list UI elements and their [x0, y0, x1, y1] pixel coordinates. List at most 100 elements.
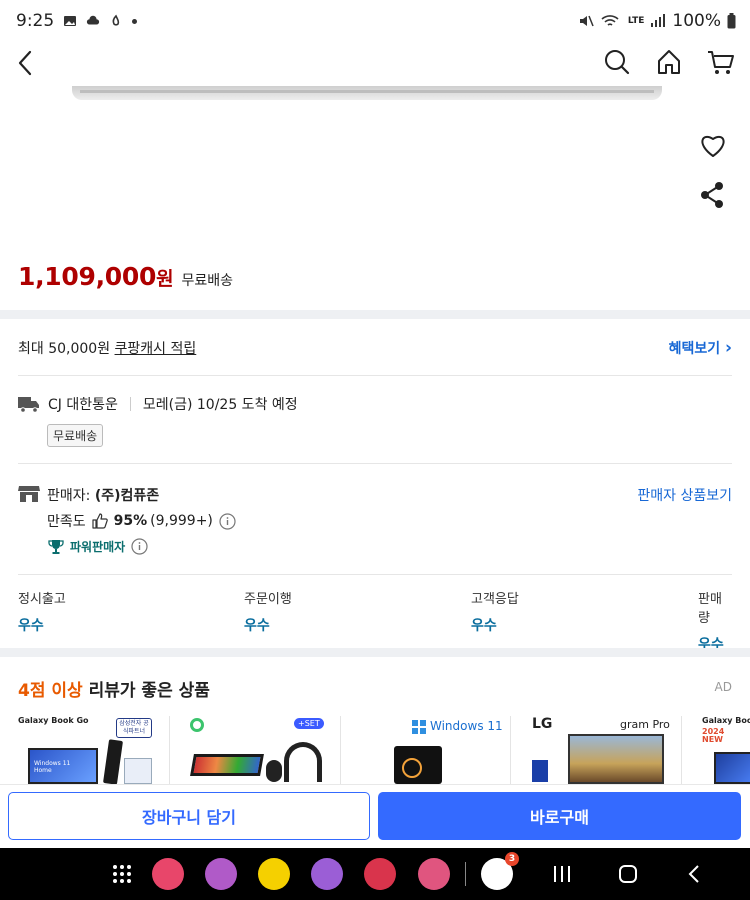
product-card[interactable]: Galaxy Book4 2024 NEW [700, 712, 750, 784]
samsung-notes-app-icon[interactable] [364, 858, 396, 890]
battery-percent: 100% [672, 11, 721, 31]
card-divider [340, 716, 341, 784]
free-shipping-label: 무료배송 [181, 273, 234, 289]
top-navigation [0, 42, 750, 86]
seller-label: 판매자: [47, 488, 91, 504]
price-value: 1,109,000 [18, 262, 157, 291]
purchase-action-bar: 장바구니 담기 바로구매 [0, 784, 750, 848]
product-card[interactable]: P +SET [188, 712, 338, 784]
product-carousel: Galaxy Book Go 삼성전자 공식파트너 Windows 11 Hom… [0, 712, 750, 784]
stat-label: 정시출고 [18, 592, 66, 607]
buy-now-button[interactable]: 바로구매 [378, 792, 741, 840]
notification-icon [112, 14, 120, 26]
stat-item: 정시출고 우수 [18, 588, 66, 635]
search-icon[interactable] [602, 45, 632, 79]
intel-badge [532, 760, 548, 782]
cloud-icon [87, 15, 100, 25]
product-image[interactable] [0, 86, 750, 246]
internet-app-icon[interactable] [311, 858, 343, 890]
reviews-title-text: 리뷰가 좋은 상품 [88, 681, 210, 701]
stat-label: 주문이행 [244, 592, 292, 607]
laptop-image-edge [72, 86, 662, 100]
power-seller-label: 파워판매자 [70, 540, 126, 554]
notification-badge: 3 [505, 852, 519, 866]
back-button-icon[interactable] [682, 862, 708, 886]
laptop-image [568, 734, 664, 784]
product-subtitle: Windows 11 Home [34, 760, 71, 774]
free-shipping-badge: 무료배송 [47, 424, 104, 447]
card-divider [169, 716, 170, 784]
delivery-carrier: CJ 대한통운 [48, 397, 118, 413]
product-tag: 2024 NEW [702, 727, 725, 744]
product-card[interactable]: Windows 11 [358, 712, 508, 784]
app-grid-icon[interactable] [112, 864, 132, 884]
price-currency: 원 [156, 268, 174, 290]
reviews-title-accent: 4점 이상 [18, 681, 83, 701]
seller-name[interactable]: 판매자: (주)컴퓨존 [47, 485, 159, 505]
product-card[interactable]: LG gram Pro [528, 712, 678, 784]
product-brand: Galaxy Book Go [18, 716, 89, 725]
headset-image [284, 742, 322, 782]
product-box-image [124, 758, 152, 784]
delivery-eta: 모레(금) 10/25 도착 예정 [142, 397, 298, 413]
pc-fan-glow [402, 758, 422, 778]
recent-apps-icon[interactable] [549, 862, 575, 886]
back-icon[interactable] [14, 46, 40, 80]
tablet-image [103, 739, 123, 784]
stat-item: 판매량 우수 [698, 588, 732, 654]
stat-value: 우수 [471, 618, 497, 634]
truck-icon [18, 397, 39, 413]
share-icon[interactable] [698, 180, 726, 210]
product-card[interactable]: Galaxy Book Go 삼성전자 공식파트너 Windows 11 Hom… [18, 712, 168, 784]
product-tag: gram Pro [620, 718, 670, 731]
divider [18, 574, 732, 575]
heart-icon[interactable] [698, 130, 728, 160]
home-icon[interactable] [654, 45, 684, 79]
stat-value: 우수 [18, 618, 44, 634]
card-divider [681, 716, 682, 784]
seller-company: (주)컴퓨존 [94, 488, 160, 504]
info-icon[interactable] [219, 512, 236, 530]
coupang-cash-link[interactable]: 쿠팡캐시 적립 [115, 341, 197, 357]
seller-stats: 정시출고 우수 주문이행 우수 고객응답 우수 판매량 우수 [18, 588, 732, 653]
divider [18, 463, 732, 464]
add-to-cart-button[interactable]: 장바구니 담기 [8, 792, 370, 840]
chevron-right-icon: › [724, 338, 732, 358]
info-icon[interactable] [131, 538, 148, 555]
signal-icon [651, 14, 666, 27]
satisfaction-count: (9,999+) [150, 513, 213, 529]
section-separator [0, 648, 750, 657]
satisfaction-row: 만족도 95% (9,999+) [47, 511, 236, 531]
stat-value: 우수 [244, 618, 270, 634]
android-taskbar: 3 [0, 848, 750, 900]
delivery-info: CJ 대한통운 모레(금) 10/25 도착 예정 [18, 394, 298, 414]
ad-label: AD [714, 680, 732, 694]
satisfaction-label: 만족도 [47, 514, 86, 530]
reviews-section-title: 4점 이상 리뷰가 좋은 상품 [18, 676, 210, 701]
gallery-icon [64, 16, 77, 26]
divider [129, 397, 131, 411]
messages-app-icon[interactable] [205, 858, 237, 890]
price-row: 1,109,000 원 무료배송 [18, 262, 233, 291]
home-button-icon[interactable] [615, 862, 641, 886]
satisfaction-percent: 95% [113, 513, 148, 529]
lte-icon: LTE [627, 16, 645, 26]
product-brand-logo: P [190, 718, 204, 732]
cashback-row: 최대 50,000원 쿠팡캐시 적립 혜택보기 › [18, 338, 732, 358]
taskbar-divider [465, 862, 466, 886]
phone-app-icon[interactable] [152, 858, 184, 890]
stat-label: 판매량 [698, 592, 722, 626]
battery-icon [727, 13, 736, 29]
wifi-icon [601, 15, 619, 26]
camera-app-icon[interactable] [418, 858, 450, 890]
mouse-image [266, 760, 282, 782]
benefit-view-link[interactable]: 혜택보기 › [669, 338, 732, 358]
product-brand: Galaxy Book4 [702, 716, 750, 725]
notification-dot [132, 18, 138, 24]
cart-icon[interactable] [706, 45, 736, 79]
thumbs-up-icon [92, 513, 108, 529]
section-separator [0, 310, 750, 319]
kakaotalk-app-icon[interactable] [258, 858, 290, 890]
seller-products-link[interactable]: 판매자 상품보기 [637, 485, 732, 505]
status-bar: 9:25 LTE 100% [0, 0, 750, 42]
